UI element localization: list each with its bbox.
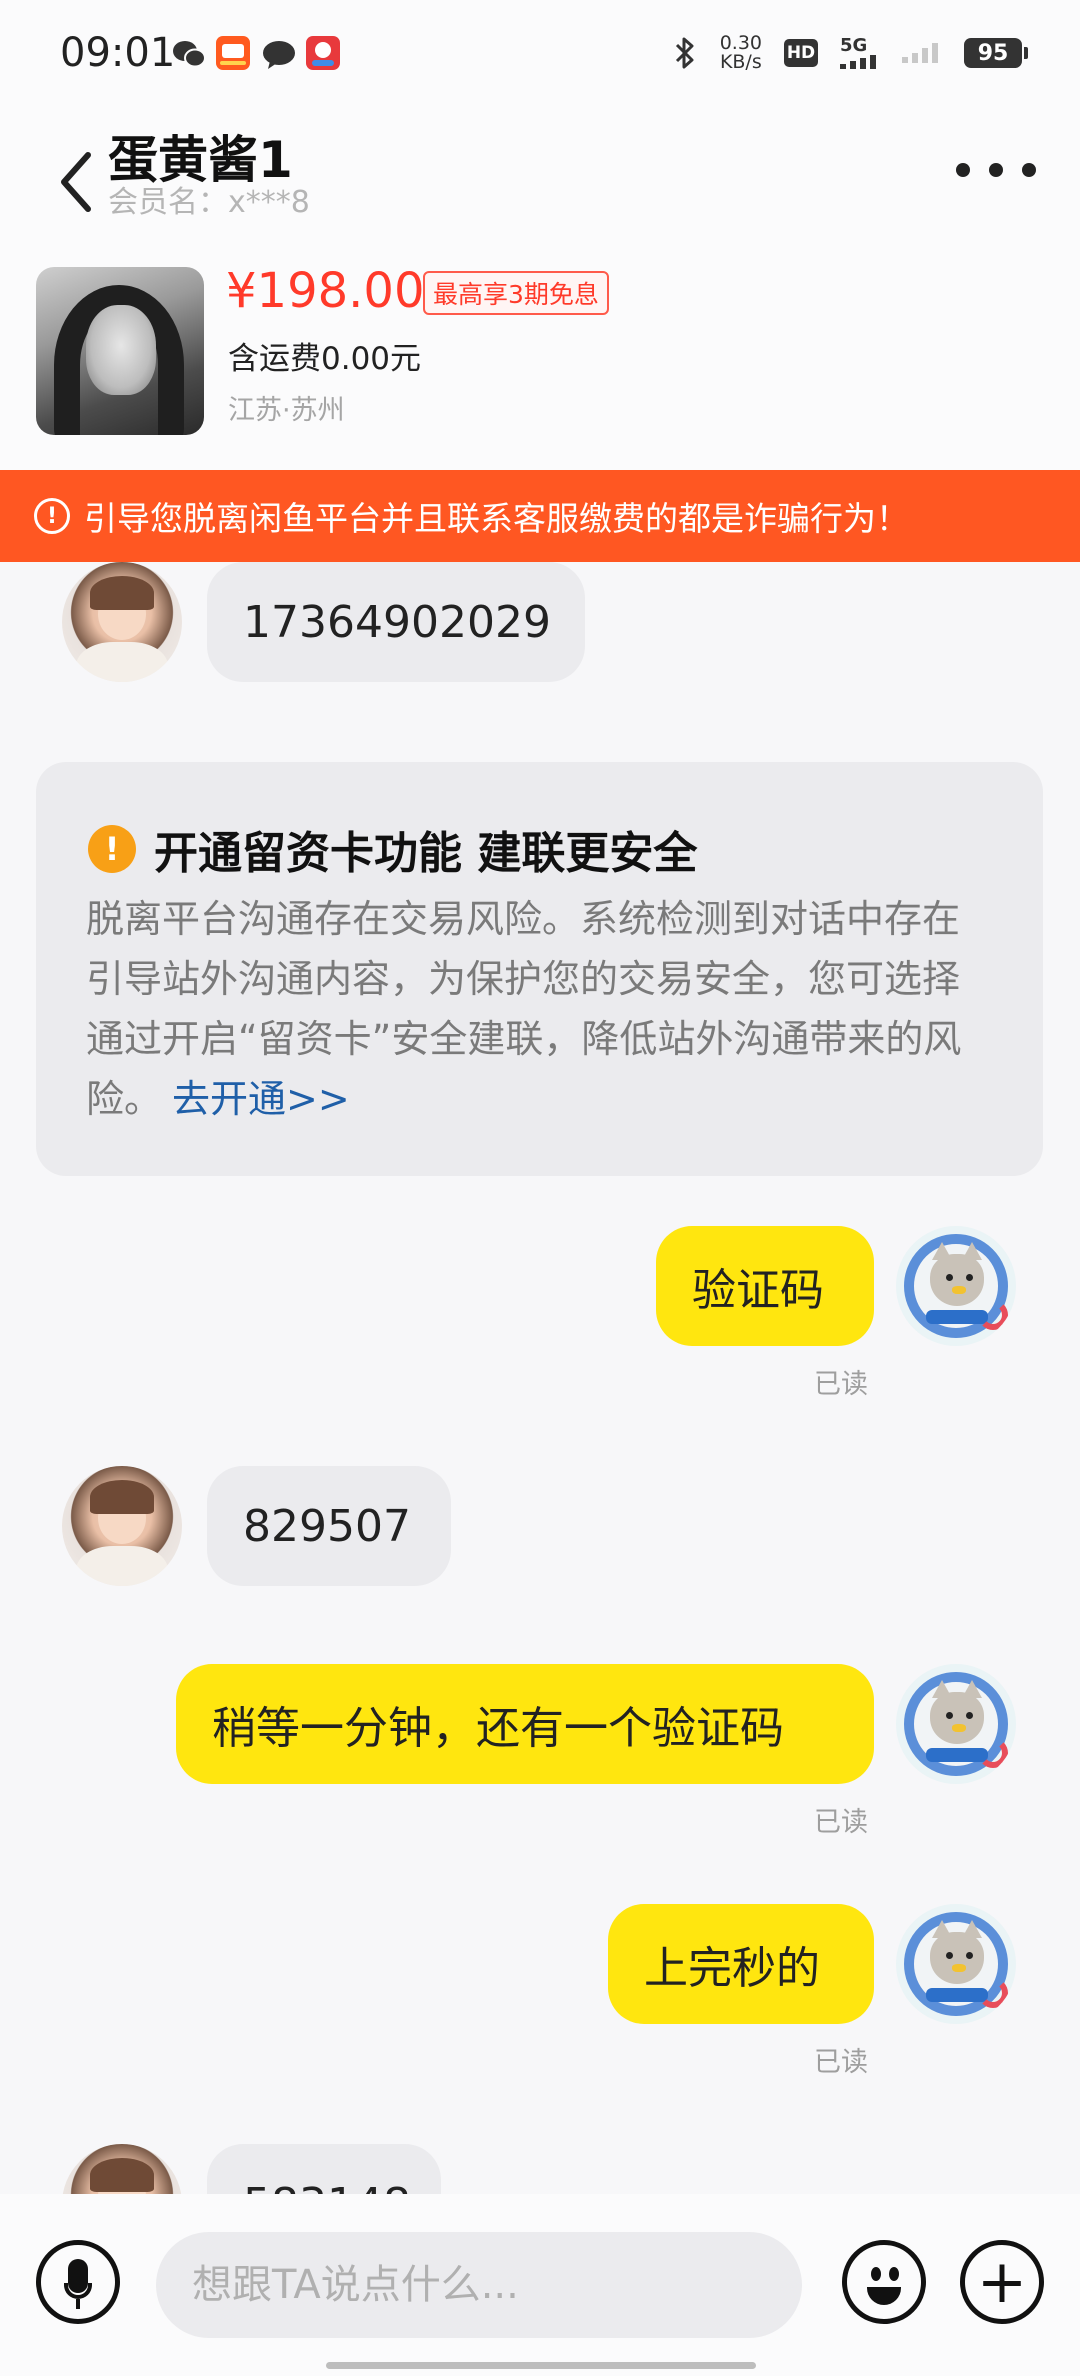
warning-text: 引导您脱离闲鱼平台并且联系客服缴费的都是诈骗行为！ bbox=[84, 499, 909, 538]
status-bar: 09:01 0.30 KB/s HD 5G 95 bbox=[0, 0, 1080, 115]
read-status: 已读 bbox=[814, 1807, 868, 1838]
my-avatar[interactable] bbox=[896, 1664, 1016, 1784]
net-speed-unit: KB/s bbox=[719, 51, 762, 73]
chat-screen: 09:01 0.30 KB/s HD 5G 95 蛋黄酱1 会员名：x***8 … bbox=[0, 0, 1080, 2376]
contact-avatar[interactable] bbox=[62, 2144, 182, 2194]
member-id: 会员名：x***8 bbox=[108, 185, 310, 220]
battery-icon: 95 bbox=[964, 38, 1028, 68]
warning-icon: ! bbox=[34, 498, 70, 534]
product-card[interactable]: ¥198.00 最高享3期免息 含运费0.00元 江苏·苏州 bbox=[0, 255, 1080, 470]
message-list[interactable]: 17364902029 ! 开通留资卡功能 建联更安全 脱离平台沟通存在交易风险… bbox=[0, 562, 1080, 2194]
taobao-app-icon bbox=[216, 36, 250, 70]
installment-badge: 最高享3期免息 bbox=[423, 271, 609, 315]
net-speed: 0.30 KB/s bbox=[720, 34, 762, 72]
add-attachment-icon[interactable]: + bbox=[960, 2240, 1044, 2324]
my-avatar[interactable] bbox=[896, 1904, 1016, 2024]
wechat-icon bbox=[173, 41, 206, 68]
product-price: ¥198.00 bbox=[226, 263, 425, 319]
emoji-icon[interactable] bbox=[842, 2240, 926, 2324]
message-bubble-outgoing[interactable]: 验证码 bbox=[656, 1226, 874, 1346]
bluetooth-icon bbox=[675, 37, 694, 69]
contact-avatar[interactable] bbox=[62, 562, 182, 682]
system-notice-title: 开通留资卡功能 建联更安全 bbox=[154, 828, 698, 879]
contact-avatar[interactable] bbox=[62, 1466, 182, 1586]
message-input[interactable] bbox=[156, 2232, 802, 2338]
read-status: 已读 bbox=[814, 2047, 868, 2078]
signal-bars-icon bbox=[840, 55, 876, 69]
network-label: 5G bbox=[840, 35, 868, 56]
message-bubble-incoming[interactable]: 583148 bbox=[207, 2144, 441, 2194]
shipping-fee: 含运费0.00元 bbox=[228, 341, 422, 377]
composer-bar: + bbox=[0, 2194, 1080, 2376]
message-bubble-incoming[interactable]: 17364902029 bbox=[207, 562, 585, 682]
signal-icon bbox=[902, 43, 938, 63]
system-notice-body: 脱离平台沟通存在交易风险。系统检测到对话中存在引导站外沟通内容，为保护您的交易安… bbox=[86, 889, 986, 1129]
hd-badge: HD bbox=[784, 39, 818, 67]
message-bubble-outgoing[interactable]: 上完秒的 bbox=[608, 1904, 874, 2024]
my-avatar[interactable] bbox=[896, 1226, 1016, 1346]
chat-header: 蛋黄酱1 会员名：x***8 bbox=[0, 115, 1080, 255]
read-status: 已读 bbox=[814, 1369, 868, 1400]
signal-5g-icon: 5G bbox=[840, 37, 880, 69]
home-indicator[interactable] bbox=[326, 2362, 756, 2369]
game-app-icon bbox=[306, 36, 340, 70]
more-options-icon[interactable] bbox=[956, 145, 1036, 195]
enable-card-link[interactable]: 去开通>> bbox=[172, 1077, 350, 1121]
status-right-group: 0.30 KB/s HD 5G 95 bbox=[672, 34, 1028, 72]
product-location: 江苏·苏州 bbox=[228, 395, 345, 426]
status-time: 09:01 bbox=[60, 30, 176, 76]
back-arrow-icon[interactable] bbox=[48, 135, 108, 225]
system-notice-card: ! 开通留资卡功能 建联更安全 脱离平台沟通存在交易风险。系统检测到对话中存在引… bbox=[36, 762, 1043, 1176]
product-image[interactable] bbox=[36, 267, 204, 435]
message-icon bbox=[263, 41, 295, 69]
voice-input-icon[interactable] bbox=[36, 2240, 120, 2324]
message-bubble-incoming[interactable]: 829507 bbox=[207, 1466, 451, 1586]
alert-icon: ! bbox=[88, 825, 136, 873]
message-bubble-outgoing[interactable]: 稍等一分钟，还有一个验证码 bbox=[176, 1664, 874, 1784]
fraud-warning-banner: ! 引导您脱离闲鱼平台并且联系客服缴费的都是诈骗行为！ bbox=[0, 470, 1080, 562]
system-notice-header: ! 开通留资卡功能 建联更安全 bbox=[88, 817, 697, 881]
